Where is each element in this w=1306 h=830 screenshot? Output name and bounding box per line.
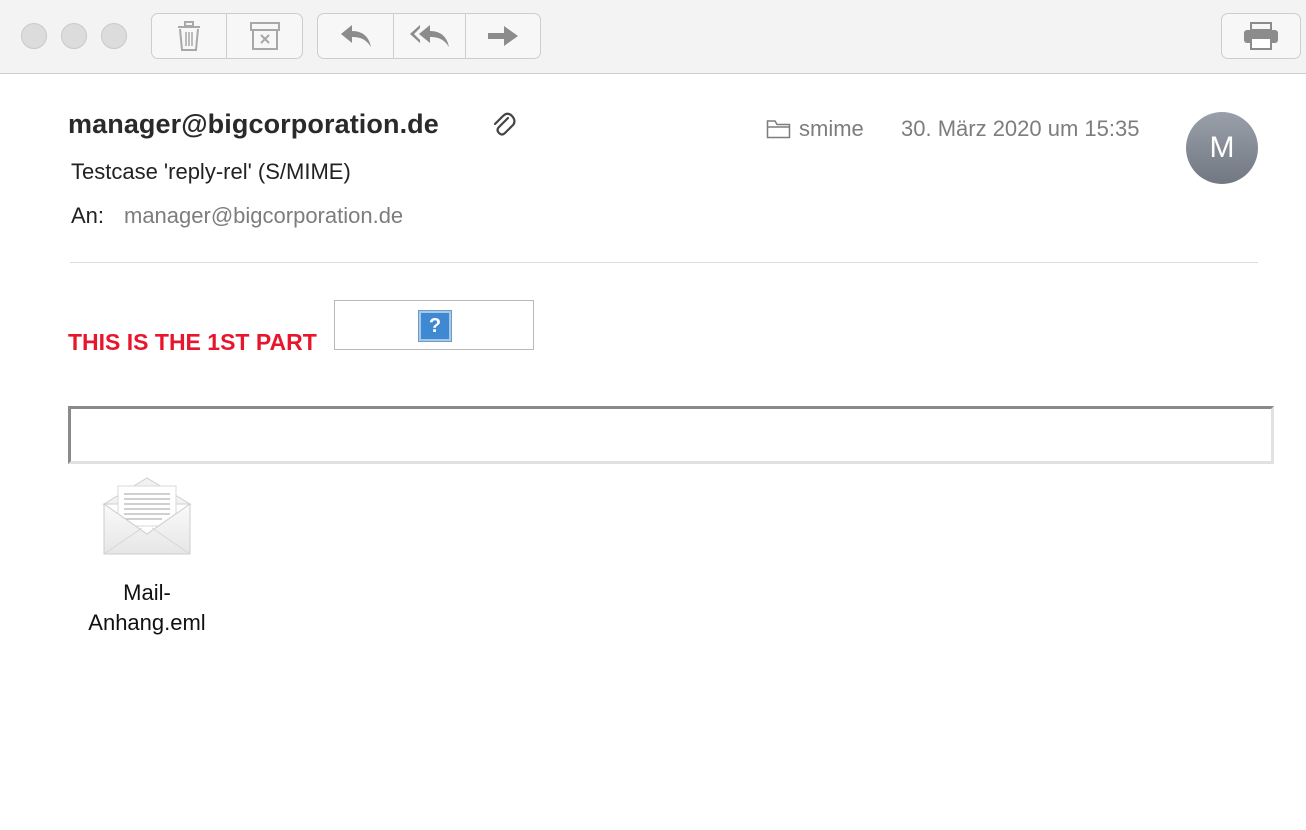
mailbox-folder: smime: [766, 116, 864, 142]
toolbar: [0, 0, 1306, 74]
recipient-label: An:: [71, 203, 105, 228]
header-divider: [70, 262, 1258, 263]
reply-button-group: [317, 13, 541, 59]
print-button[interactable]: [1222, 14, 1300, 58]
message-subject: Testcase 'reply-rel' (S/MIME): [71, 159, 351, 184]
window-zoom-button[interactable]: [101, 23, 127, 49]
reply-all-button[interactable]: [394, 14, 466, 58]
reply-all-icon: [409, 25, 449, 47]
question-mark-icon: ?: [418, 310, 452, 342]
window-close-button[interactable]: [21, 23, 47, 49]
forward-button[interactable]: [466, 14, 540, 58]
forward-icon: [488, 26, 518, 46]
folder-name: smime: [799, 116, 864, 141]
missing-image-placeholder: ?: [334, 300, 534, 350]
reply-icon: [340, 25, 371, 47]
attachment-name-line1: Mail-: [123, 580, 171, 605]
window-minimize-button[interactable]: [61, 23, 87, 49]
avatar: M: [1186, 112, 1258, 184]
sender-address[interactable]: manager@bigcorporation.de: [68, 109, 439, 140]
envelope-icon: [102, 477, 192, 555]
paperclip-icon: [492, 112, 516, 143]
avatar-initial: M: [1209, 131, 1235, 164]
attachment-name: Mail- Anhang.eml: [74, 578, 220, 638]
printer-icon: [1244, 22, 1278, 50]
trash-icon: [178, 21, 200, 51]
junk-icon: [249, 22, 280, 50]
junk-button[interactable]: [227, 14, 302, 58]
delete-button-group: [151, 13, 303, 59]
message-date: 30. März 2020 um 15:35: [901, 116, 1140, 141]
embedded-frame: [68, 406, 1274, 464]
attachment-mail-anhang[interactable]: Mail- Anhang.eml: [74, 474, 220, 638]
reply-button[interactable]: [318, 14, 394, 58]
part1-text: THIS IS THE 1ST PART: [68, 329, 317, 355]
print-button-group: [1221, 13, 1301, 59]
attachment-name-line2: Anhang.eml: [88, 610, 206, 635]
recipient-address[interactable]: manager@bigcorporation.de: [124, 203, 403, 229]
delete-button[interactable]: [152, 14, 227, 58]
folder-icon: [766, 120, 791, 139]
